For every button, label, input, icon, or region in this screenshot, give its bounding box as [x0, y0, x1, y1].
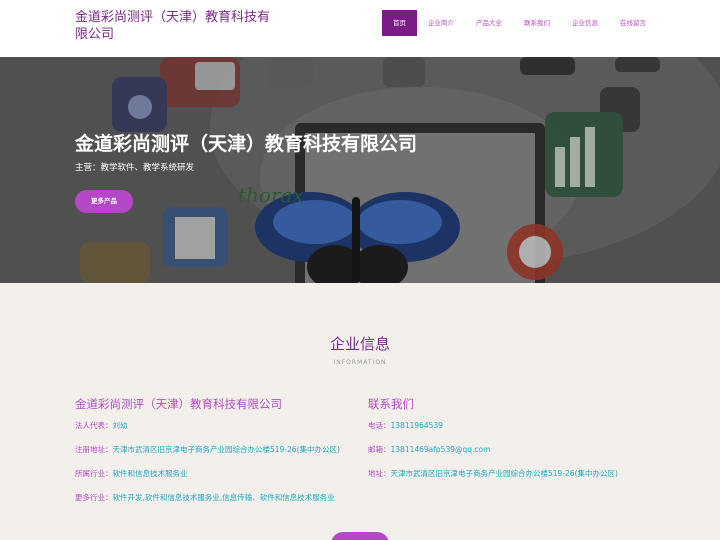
phone-link[interactable]: 13811964539: [391, 421, 444, 430]
company-name: 金道彩尚测评（天津）教育科技有限公司: [75, 397, 282, 411]
email-line: 邮箱：13811469afp539@qq.com: [368, 445, 491, 454]
hero-title: 金道彩尚测评（天津）教育科技有限公司: [75, 133, 418, 155]
nav-item-products[interactable]: 产品大全: [465, 10, 513, 36]
registered-address-line: 注册地址：天津市武清区旧京津电子商务产业园综合办公楼519-26(集中办公区): [75, 445, 340, 454]
legal-rep-line: 法人代表：刘幼: [75, 421, 128, 430]
contact-column: 联系我们 电话：13811964539 邮箱：13811469afp539@qq…: [368, 396, 658, 492]
nav-item-contact[interactable]: 联系我们: [513, 10, 561, 36]
section-subtitle: INFORMATION: [333, 359, 387, 366]
main-nav: 首页 企业简介 产品大全 联系我们 企业信息 在线留言: [382, 10, 657, 36]
contact-heading: 联系我们: [368, 397, 414, 411]
address-line: 地址：天津市武清区旧京津电子商务产业园综合办公楼519-26(集中办公区): [368, 469, 618, 478]
section-title: 企业信息: [329, 335, 390, 353]
industry-line: 所属行业：软件和信息技术服务业: [75, 469, 188, 478]
nav-item-home[interactable]: 首页: [382, 10, 417, 36]
company-info-column: 金道彩尚测评（天津）教育科技有限公司 法人代表：刘幼 注册地址：天津市武清区旧京…: [75, 396, 360, 516]
phone-line: 电话：13811964539: [368, 421, 444, 430]
site-title[interactable]: 金道彩尚测评（天津）教育科技有限公司: [75, 9, 275, 43]
hero-subtitle: 主营：教学软件、教学系统研发: [75, 163, 195, 173]
more-products-button[interactable]: 更多产品: [75, 190, 133, 213]
section-more-button[interactable]: [331, 532, 389, 540]
nav-item-message[interactable]: 在线留言: [609, 10, 657, 36]
nav-item-company-info[interactable]: 企业信息: [561, 10, 609, 36]
more-industries-line: 更多行业：软件开发,软件和信息技术服务业,信息传输、软件和信息技术服务业: [75, 493, 335, 502]
nav-item-about[interactable]: 企业简介: [417, 10, 465, 36]
site-header: 金道彩尚测评（天津）教育科技有限公司 首页 企业简介 产品大全 联系我们 企业信…: [0, 0, 720, 57]
hero-banner: thorax 金道彩尚测评（天津）教育科技有限公司 主营：教学软件、教学系统研发…: [0, 57, 720, 283]
email-link[interactable]: 13811469afp539@qq.com: [391, 445, 491, 454]
